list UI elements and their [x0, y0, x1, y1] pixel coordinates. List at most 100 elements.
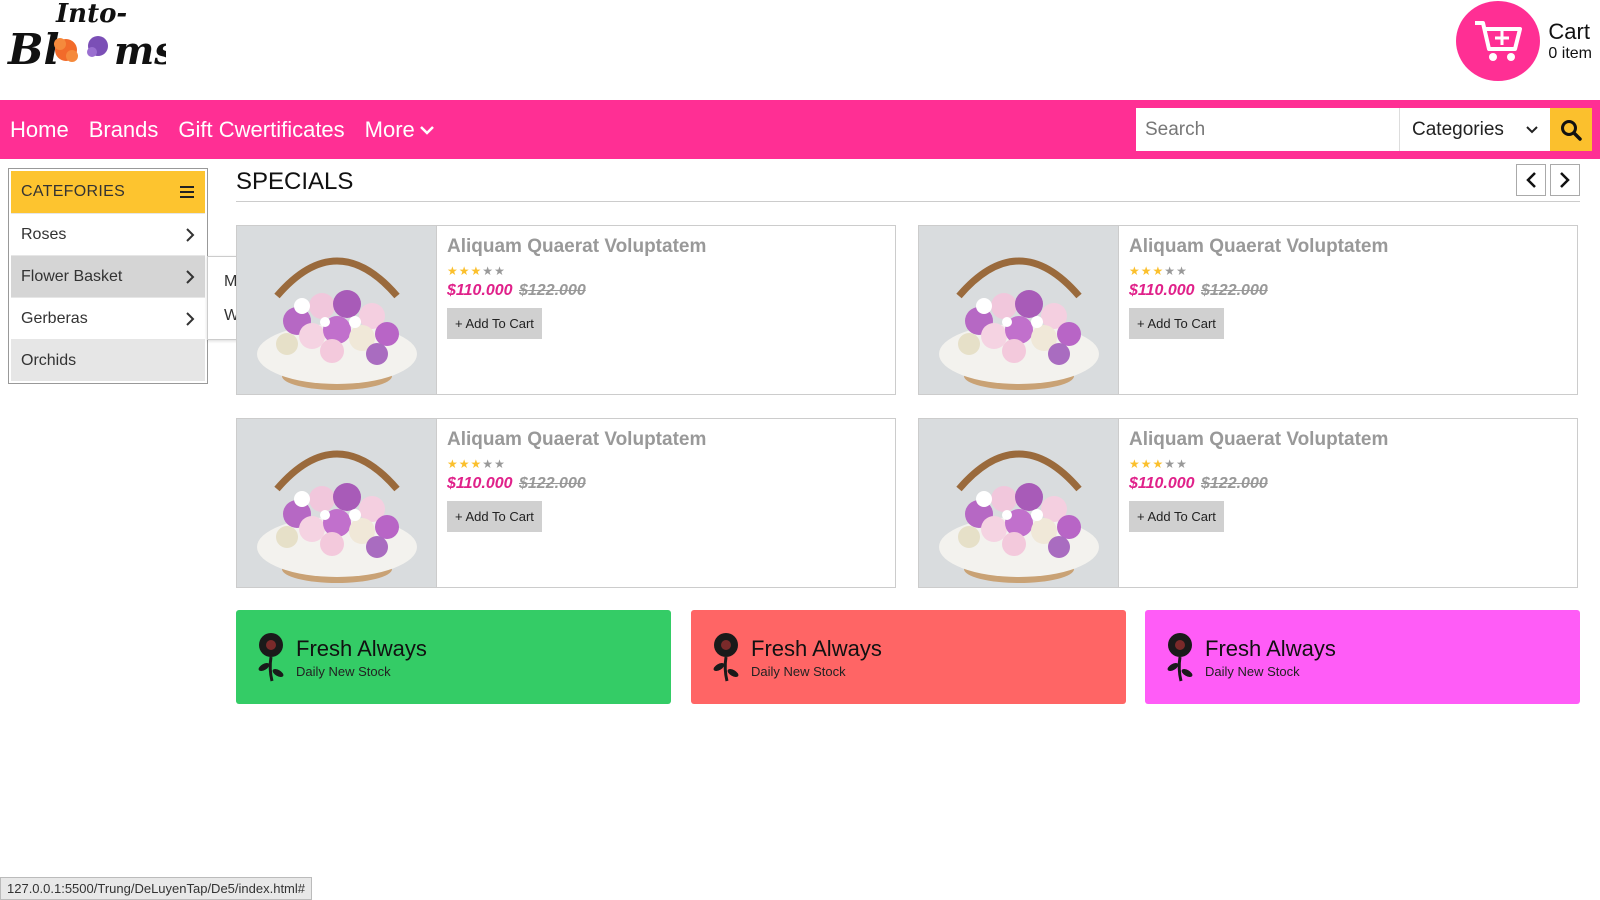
- flower-basket-image: [237, 226, 436, 394]
- fresh-banner[interactable]: Fresh Always Daily New Stock: [236, 610, 671, 704]
- next-button[interactable]: [1550, 164, 1580, 196]
- product-old-price: $122.000: [519, 282, 586, 299]
- cart-plus-icon[interactable]: [1456, 1, 1541, 81]
- product-old-price: $122.000: [1201, 475, 1268, 492]
- star-icon: ★: [1164, 457, 1177, 471]
- star-icon: ★: [470, 457, 483, 471]
- nav-links: Home Brands Gift Cwertificates More: [10, 100, 455, 159]
- cart[interactable]: Cart 0 item: [1456, 1, 1592, 81]
- flower-basket-image: [919, 226, 1118, 394]
- specials-title: SPECIALS: [236, 168, 354, 195]
- star-icon: ★: [1140, 264, 1153, 278]
- star-icon: ★: [1164, 264, 1177, 278]
- product-price: $110.000: [447, 282, 513, 299]
- flower-icon: [1167, 633, 1193, 682]
- product-info: Aliquam Quaerat Voluptatem ★★★★★ $110.00…: [447, 236, 706, 339]
- search-input[interactable]: [1136, 108, 1400, 151]
- star-icon: ★: [1176, 264, 1188, 278]
- search-bar: Categories: [1136, 108, 1592, 151]
- product-card[interactable]: Aliquam Quaerat Voluptatem ★★★★★ $110.00…: [918, 225, 1578, 395]
- product-name[interactable]: Aliquam Quaerat Voluptatem: [1129, 236, 1388, 258]
- product-image[interactable]: [919, 419, 1119, 587]
- main-nav: Home Brands Gift Cwertificates More Cate…: [0, 100, 1600, 159]
- product-prices: $110.000 $122.000: [447, 282, 706, 300]
- product-image[interactable]: [237, 226, 437, 394]
- flower-basket-image: [237, 419, 436, 587]
- rating-stars: ★★★★★: [447, 457, 706, 471]
- cart-count: 0 item: [1548, 45, 1592, 62]
- categories-header[interactable]: CATEFORIES: [11, 171, 205, 213]
- flower-basket-image: [919, 419, 1118, 587]
- logo-graphic: Into- Bl ms: [7, 0, 176, 74]
- star-icon: ★: [1129, 457, 1141, 471]
- svg-text:Into-: Into-: [55, 0, 127, 29]
- product-card[interactable]: Aliquam Quaerat Voluptatem ★★★★★ $110.00…: [918, 418, 1578, 588]
- banner-text: Fresh Always Daily New Stock: [296, 636, 427, 679]
- chevron-right-icon: [186, 269, 195, 284]
- svg-text:ms: ms: [114, 28, 166, 73]
- product-info: Aliquam Quaerat Voluptatem ★★★★★ $110.00…: [1129, 429, 1388, 532]
- site-logo[interactable]: Into- Bl ms: [6, 0, 176, 80]
- page: Into- Bl ms Cart 0 item: [0, 0, 1600, 900]
- categories-sidebar: CATEFORIES Roses Flower Basket Gerberas …: [8, 168, 208, 384]
- add-to-cart-button[interactable]: + Add To Cart: [1129, 501, 1224, 532]
- add-to-cart-button[interactable]: + Add To Cart: [447, 501, 542, 532]
- fresh-banner[interactable]: Fresh Always Daily New Stock: [1145, 610, 1580, 704]
- nav-more[interactable]: More: [365, 117, 435, 143]
- product-info: Aliquam Quaerat Voluptatem ★★★★★ $110.00…: [447, 429, 706, 532]
- star-icon: ★: [482, 457, 495, 471]
- rating-stars: ★★★★★: [447, 264, 706, 278]
- header: Into- Bl ms Cart 0 item: [0, 0, 1600, 100]
- status-bar-url: 127.0.0.1:5500/Trung/DeLuyenTap/De5/inde…: [0, 877, 312, 900]
- category-select[interactable]: Categories: [1400, 108, 1550, 151]
- star-icon: ★: [1152, 264, 1165, 278]
- star-icon: ★: [1176, 457, 1188, 471]
- sidebar-item-label: Roses: [21, 225, 67, 243]
- star-icon: ★: [447, 457, 459, 471]
- banner-subtitle: Daily New Stock: [751, 663, 846, 679]
- product-name[interactable]: Aliquam Quaerat Voluptatem: [447, 429, 706, 451]
- chevron-right-icon: [186, 227, 195, 242]
- search-icon: [1561, 119, 1582, 141]
- prev-button[interactable]: [1516, 164, 1546, 196]
- fresh-banner[interactable]: Fresh Always Daily New Stock: [691, 610, 1126, 704]
- flower-icon: [713, 633, 739, 682]
- add-to-cart-button[interactable]: + Add To Cart: [1129, 308, 1224, 339]
- star-icon: ★: [494, 264, 506, 278]
- nav-gift-certificates[interactable]: Gift Cwertificates: [178, 117, 344, 143]
- nav-brands[interactable]: Brands: [89, 117, 159, 143]
- chevron-down-icon: [1526, 125, 1538, 133]
- star-icon: ★: [1152, 457, 1165, 471]
- sidebar-item-gerberas[interactable]: Gerberas: [11, 297, 205, 339]
- star-icon: ★: [1140, 457, 1153, 471]
- product-card[interactable]: Aliquam Quaerat Voluptatem ★★★★★ $110.00…: [236, 418, 896, 588]
- product-image[interactable]: [919, 226, 1119, 394]
- banner-subtitle: Daily New Stock: [296, 663, 391, 679]
- nav-home[interactable]: Home: [10, 117, 69, 143]
- chevron-right-icon: [1560, 172, 1570, 188]
- product-image[interactable]: [237, 419, 437, 587]
- product-prices: $110.000 $122.000: [1129, 475, 1388, 493]
- svg-text:Bl: Bl: [7, 25, 59, 74]
- add-to-cart-button[interactable]: + Add To Cart: [447, 308, 542, 339]
- cart-text: Cart 0 item: [1548, 19, 1592, 63]
- product-prices: $110.000 $122.000: [1129, 282, 1388, 300]
- sidebar-item-label: Gerberas: [21, 309, 88, 327]
- sidebar-item-flower-basket[interactable]: Flower Basket: [11, 255, 205, 297]
- star-icon: ★: [482, 264, 495, 278]
- product-price: $110.000: [1129, 282, 1195, 299]
- search-button[interactable]: [1550, 108, 1592, 151]
- product-name[interactable]: Aliquam Quaerat Voluptatem: [1129, 429, 1388, 451]
- product-card[interactable]: Aliquam Quaerat Voluptatem ★★★★★ $110.00…: [236, 225, 896, 395]
- star-icon: ★: [458, 264, 471, 278]
- product-name[interactable]: Aliquam Quaerat Voluptatem: [447, 236, 706, 258]
- product-old-price: $122.000: [519, 475, 586, 492]
- cart-title: Cart: [1548, 19, 1590, 44]
- categories-heading: CATEFORIES: [21, 183, 126, 200]
- banner-text: Fresh Always Daily New Stock: [1205, 636, 1336, 679]
- chevron-down-icon: [419, 125, 434, 135]
- sidebar-item-orchids[interactable]: Orchids: [11, 339, 205, 381]
- product-info: Aliquam Quaerat Voluptatem ★★★★★ $110.00…: [1129, 236, 1388, 339]
- sidebar-item-roses[interactable]: Roses: [11, 213, 205, 255]
- banner-title: Fresh Always: [1205, 635, 1336, 661]
